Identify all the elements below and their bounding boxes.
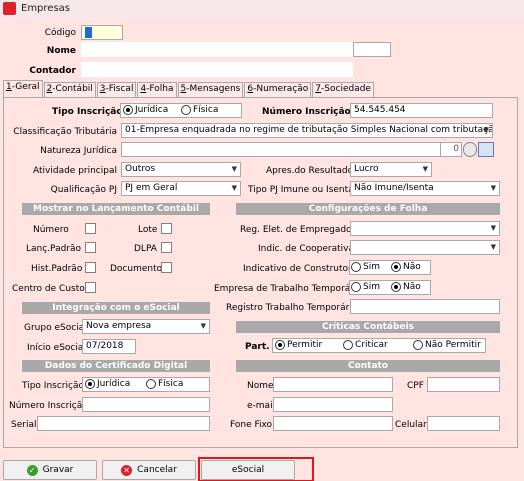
apres-select[interactable]: Lucro ▼ <box>350 162 432 177</box>
esocial-section-title: Integração com o eSocial <box>22 302 210 314</box>
email-label: e-mail <box>247 401 276 411</box>
indic-coop-select[interactable]: ▼ <box>350 240 500 255</box>
tab-fiscal[interactable]: 3-Fiscal <box>96 82 137 97</box>
indic-coop-label: Indic. de Cooperativa <box>258 244 354 254</box>
cert-juridica-radio[interactable]: Jurídica <box>85 379 130 389</box>
construtora-label: Indicativo de Construtora <box>243 264 358 274</box>
app-icon <box>3 2 16 15</box>
tab-sociedade[interactable]: 7-Sociedade <box>312 82 374 97</box>
certificado-section-title: Dados do Certificado Digital <box>22 360 210 372</box>
documento-checkbox[interactable] <box>161 262 172 273</box>
reg-elet-label: Reg. Elet. de Empregados <box>240 225 357 235</box>
cert-numero-label: Número Inscrição <box>9 401 88 411</box>
trabalho-nao-radio[interactable]: Não <box>391 282 421 292</box>
serial-label: Serial <box>11 420 37 430</box>
permitir-radio[interactable]: Permitir <box>275 340 322 350</box>
lote-label: Lote <box>138 225 158 235</box>
tab-numeracao[interactable]: 6-Numeração <box>244 82 312 97</box>
codigo-field[interactable] <box>81 25 123 40</box>
nao-permitir-radio[interactable]: Não Permitir <box>413 340 481 350</box>
numero-inscricao-label: Número Inscrição <box>262 107 351 117</box>
gravar-button[interactable]: ✓ Gravar <box>3 460 97 480</box>
tab-contabil[interactable]: 2-Contábil <box>43 82 96 97</box>
atividade-label: Atividade principal <box>33 166 117 176</box>
tab-mensagens[interactable]: 5-Mensagens <box>177 82 244 97</box>
natureza-label: Natureza Jurídica <box>40 146 117 156</box>
tab-folha[interactable]: 4-Folha <box>137 82 177 97</box>
inicio-esocial-label: Início eSocial <box>27 343 86 353</box>
nome-label: Nome <box>46 46 76 56</box>
contato-section-title: Contato <box>236 360 500 372</box>
contador-field[interactable] <box>81 62 353 77</box>
hist-padrao-label: Hist.Padrão <box>31 264 83 274</box>
title-bar: Empresas <box>0 0 524 18</box>
trabalho-sim-radio[interactable]: Sim <box>351 282 380 292</box>
cancelar-button[interactable]: ✕ Cancelar <box>102 460 196 480</box>
fisica-radio[interactable]: Física <box>181 105 218 115</box>
documento-label: Documento <box>110 264 163 274</box>
tab-bar: 1-Geral 2-Contábil 3-Fiscal 4-Folha 5-Me… <box>3 80 375 97</box>
email-field[interactable] <box>273 397 393 412</box>
apres-label: Apres.do Resultado <box>266 166 354 176</box>
construtora-nao-radio[interactable]: Não <box>391 262 421 272</box>
natureza-field[interactable] <box>121 142 462 157</box>
dlpa-label: DLPA <box>134 244 157 254</box>
tipo-inscricao-label: Tipo Inscrição <box>52 107 123 117</box>
reg-elet-select[interactable]: ▼ <box>350 221 500 236</box>
atividade-select[interactable]: Outros ▼ <box>121 162 241 177</box>
qualificacao-label: Qualificação PJ <box>50 185 117 195</box>
classificacao-select[interactable]: 01-Empresa enquadrada no regime de tribu… <box>121 123 493 138</box>
criticas-section-title: Críticas Contábeis <box>236 321 500 333</box>
numero-checkbox[interactable] <box>85 223 96 234</box>
cert-numero-field[interactable] <box>82 397 210 412</box>
contato-nome-label: Nome <box>247 381 274 391</box>
window-title: Empresas <box>21 3 70 14</box>
serial-field[interactable] <box>37 416 210 431</box>
tipo-pj-select[interactable]: Não Imune/Isenta ▼ <box>350 181 500 196</box>
numero-inscricao-field[interactable]: 54.545.454 <box>350 103 493 118</box>
hist-padrao-checkbox[interactable] <box>85 262 96 273</box>
check-icon: ✓ <box>26 464 38 476</box>
celular-field[interactable] <box>427 416 500 431</box>
dlpa-checkbox[interactable] <box>161 242 172 253</box>
contato-nome-field[interactable] <box>273 377 393 392</box>
trabalho-temp-label: Empresa de Trabalho Temporário <box>214 284 362 294</box>
classificacao-label: Classificação Tributária <box>13 127 117 137</box>
cert-fisica-radio[interactable]: Física <box>146 379 183 389</box>
cpf-field[interactable] <box>427 377 500 392</box>
tipo-pj-label: Tipo PJ Imune ou Isenta <box>248 185 354 195</box>
criticar-radio[interactable]: Criticar <box>343 340 388 350</box>
codigo-label: Código <box>44 28 76 38</box>
cpf-label: CPF <box>407 381 424 391</box>
grupo-esocial-select[interactable]: Nova empresa ▼ <box>82 319 210 334</box>
registro-temp-label: Registro Trabalho Temporário <box>226 303 358 313</box>
contador-label: Contador <box>29 66 76 76</box>
qualificacao-select[interactable]: PJ em Geral ▼ <box>121 181 241 196</box>
centro-custo-checkbox[interactable] <box>85 282 96 293</box>
celular-label: Celular <box>395 420 427 430</box>
natureza-search-icon[interactable] <box>463 142 477 157</box>
esocial-highlight-box <box>198 457 314 481</box>
nome-field[interactable] <box>81 42 353 57</box>
grupo-esocial-label: Grupo eSocial <box>24 323 87 333</box>
numero-label: Número <box>33 225 69 235</box>
lanc-padrao-label: Lanç.Padrão <box>26 244 82 254</box>
folha-section-title: Configurações de Folha <box>236 203 500 215</box>
tab-geral[interactable]: 1-Geral <box>3 80 43 97</box>
centro-custo-label: Centro de Custo <box>12 284 85 294</box>
natureza-table-icon[interactable] <box>478 142 494 157</box>
cert-tipo-label: Tipo Inscrição <box>22 381 84 391</box>
lanc-padrao-checkbox[interactable] <box>85 242 96 253</box>
natureza-code: 0 <box>440 142 462 157</box>
fone-label: Fone Fixo <box>230 420 273 430</box>
nome-field-extra[interactable] <box>353 42 391 57</box>
inicio-esocial-field[interactable]: 07/2018 <box>82 339 136 354</box>
cancel-icon: ✕ <box>121 464 133 476</box>
fone-field[interactable] <box>273 416 393 431</box>
mostrar-section-title: Mostrar no Lançamento Contábil <box>22 203 210 215</box>
construtora-sim-radio[interactable]: Sim <box>351 262 380 272</box>
registro-temp-field[interactable] <box>350 299 500 314</box>
juridica-radio[interactable]: Jurídica <box>123 105 168 115</box>
lote-checkbox[interactable] <box>161 223 172 234</box>
